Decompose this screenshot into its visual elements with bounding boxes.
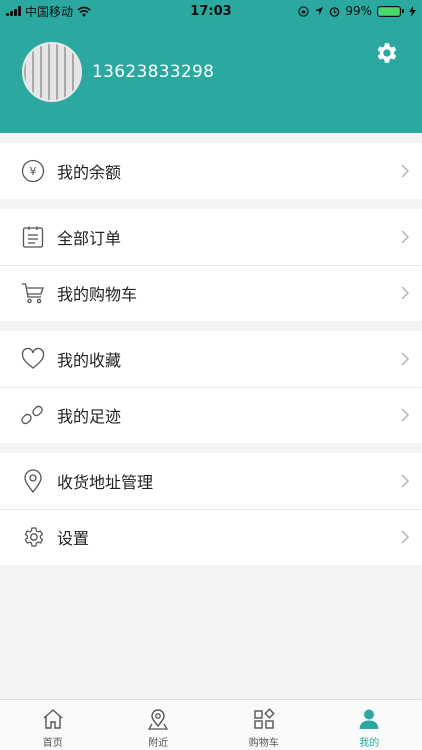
tab-label-mine: 我的 [359,738,380,749]
home-icon [43,709,63,729]
profile-header: 13623833298 [0,22,422,133]
status-left: 中国移动 [6,3,91,20]
menu-group-orders: 全部订单 我的购物车 [0,209,422,321]
location-pin-icon [20,468,46,494]
menu-item-footprints[interactable]: 我的足迹 [0,387,422,443]
tab-cart[interactable]: 购物车 [211,700,317,750]
menu-label-cart: 我的购物车 [57,285,138,304]
settings-gear-icon [20,524,46,550]
menu-item-settings[interactable]: 设置 [0,509,422,565]
battery-icon [377,5,404,17]
menu-group-collections: 我的收藏 我的足迹 [0,331,422,443]
menu-label-footprints: 我的足迹 [57,407,122,426]
menu-label-orders: 全部订单 [57,229,122,248]
chevron-right-icon [401,352,410,366]
footprints-icon [20,402,46,428]
menu-item-orders[interactable]: 全部订单 [0,209,422,265]
status-bar: 中国移动 17:03 99% [0,0,422,22]
tab-label-cart: 购物车 [248,738,279,749]
alarm-icon [330,6,340,17]
menu-label-favorites: 我的收藏 [57,351,122,370]
tab-home[interactable]: 首页 [0,700,106,750]
heart-icon [20,346,46,372]
wifi-icon [77,6,91,16]
menu-item-favorites[interactable]: 我的收藏 [0,331,422,387]
tab-mine[interactable]: 我的 [317,700,422,750]
tab-nearby[interactable]: 附近 [106,700,212,750]
chevron-right-icon [401,230,410,244]
bottom-tab-bar: 首页 附近 购物车 我的 [0,699,422,750]
chevron-right-icon [401,530,410,544]
chevron-right-icon [401,164,410,178]
menu-item-address[interactable]: 收货地址管理 [0,453,422,509]
carrier-name: 中国移动 [25,4,74,19]
user-phone: 13623833298 [92,62,215,82]
avatar[interactable] [22,42,82,102]
rotation-lock-icon [298,5,309,17]
location-pin-icon [148,709,169,730]
menu-label-settings: 设置 [57,529,90,548]
location-arrow-icon [315,7,324,15]
battery-fill [379,7,399,15]
clipboard-list-icon [20,224,46,250]
menu-item-cart[interactable]: 我的购物车 [0,265,422,321]
tab-label-home: 首页 [42,738,63,749]
settings-gear-icon[interactable] [373,40,399,66]
charging-icon [409,5,416,17]
menu-item-balance[interactable]: ¥ 我的余额 [0,143,422,199]
menu-group-balance: ¥ 我的余额 [0,143,422,199]
signal-icon [6,6,21,16]
menu-label-balance: 我的余额 [57,163,122,182]
menu-label-address: 收货地址管理 [57,473,154,492]
category-grid-icon [254,708,275,729]
svg-text:¥: ¥ [30,165,37,178]
chevron-right-icon [401,408,410,422]
tab-label-nearby: 附近 [148,738,169,749]
battery-percent: 99% [345,4,372,18]
chevron-right-icon [401,474,410,488]
menu-group-account: 收货地址管理 设置 [0,453,422,565]
shopping-cart-icon [20,280,46,306]
user-icon [359,709,379,729]
status-right: 99% [298,4,416,18]
yuan-coin-icon: ¥ [20,158,46,184]
chevron-right-icon [401,286,410,300]
